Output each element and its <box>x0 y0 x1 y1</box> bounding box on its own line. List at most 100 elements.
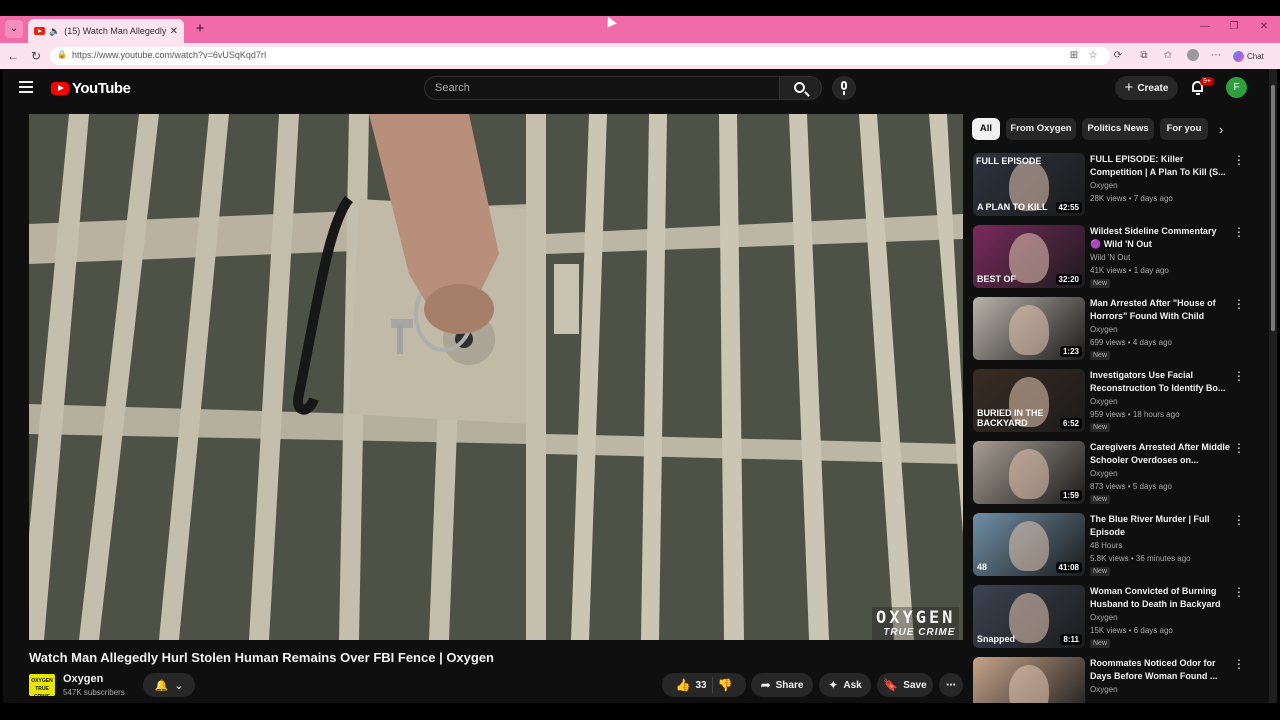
video-title-link[interactable]: Investigators Use Facial Reconstruction … <box>1090 369 1230 395</box>
thumbnail-caption-bottom: BEST OF <box>977 274 1017 284</box>
tab-close-icon[interactable]: ✕ <box>170 26 178 37</box>
favorite-star-icon[interactable]: ☆ <box>1085 48 1101 64</box>
more-vertical-icon[interactable]: ⋮ <box>1233 442 1245 454</box>
more-vertical-icon[interactable]: ⋮ <box>1233 514 1245 526</box>
site-info-icon[interactable]: 🔒 <box>57 50 67 59</box>
url-text: https://www.youtube.com/watch?v=6vUSqKqd… <box>72 50 267 60</box>
recommendation-item[interactable]: BURIED IN THE BACKYARD 6:52 Investigators … <box>973 369 1263 435</box>
video-title-link[interactable]: FULL EPISODE: Killer Competition | A Pla… <box>1090 153 1230 179</box>
video-metadata: 15K views • 6 days ago <box>1090 626 1173 635</box>
minimize-icon[interactable]: — <box>1198 21 1212 32</box>
chip-from-oxygen[interactable]: From Oxygen <box>1006 118 1076 140</box>
subscription-bell-button[interactable]: 🔔 ⌄ <box>143 673 195 697</box>
url-bar[interactable]: 🔒 https://www.youtube.com/watch?v=6vUSqK… <box>50 47 1110 65</box>
more-vertical-icon[interactable]: ⋮ <box>1233 226 1245 238</box>
video-title-link[interactable]: Wildest Sideline Commentary 🟣 Wild 'N Ou… <box>1090 225 1230 251</box>
video-thumbnail[interactable]: 1:23 <box>973 297 1085 360</box>
youtube-logo-icon <box>51 82 69 95</box>
favorites-icon[interactable]: ✩ <box>1160 48 1176 64</box>
video-metadata: 28K views • 7 days ago <box>1090 194 1173 203</box>
chip-politics-news[interactable]: Politics News <box>1082 118 1154 140</box>
recommendation-item[interactable]: Roommates Noticed Odor for Days Before W… <box>973 657 1263 703</box>
browser-tab-bar: ⌄ 🔈 (15) Watch Man Allegedly Hur ✕ + — ❐… <box>0 16 1280 43</box>
back-icon[interactable]: ← <box>5 48 21 64</box>
recommendation-item[interactable]: FULL EPISODE A PLAN TO KILL 42:55 FULL EPIS… <box>973 153 1263 219</box>
video-thumbnail[interactable]: BURIED IN THE BACKYARD 6:52 <box>973 369 1085 432</box>
chip-all[interactable]: All <box>972 118 1000 140</box>
dislike-icon[interactable]: 👎 <box>718 678 733 692</box>
audio-icon[interactable]: 🔈 <box>49 26 60 37</box>
thumbnail-figure <box>1009 665 1049 703</box>
copilot-chat-button[interactable]: Chat <box>1233 48 1275 64</box>
youtube-logo[interactable]: YouTube <box>51 80 131 97</box>
save-button[interactable]: 🔖 Save <box>877 673 933 697</box>
restore-icon[interactable]: ❐ <box>1227 21 1241 32</box>
create-button[interactable]: + Create <box>1115 76 1178 100</box>
channel-name[interactable]: Oxygen <box>63 673 103 685</box>
chevron-right-icon[interactable]: › <box>1219 122 1223 137</box>
video-thumbnail[interactable] <box>973 657 1085 703</box>
more-vertical-icon[interactable]: ⋮ <box>1233 370 1245 382</box>
thumbnail-caption-bottom: 48 <box>977 562 988 572</box>
video-thumbnail[interactable]: 48 41:08 <box>973 513 1085 576</box>
video-title-link[interactable]: The Blue River Murder | Full Episode <box>1090 513 1230 539</box>
extensions-icon[interactable]: ⧉ <box>1136 48 1152 64</box>
copilot-icon <box>1233 50 1244 62</box>
scrollbar[interactable] <box>1269 69 1277 703</box>
refresh-extension-icon[interactable]: ⟳ <box>1110 48 1126 64</box>
recommendation-item[interactable]: 1:59 Caregivers Arrested After Middle Sch… <box>973 441 1263 507</box>
user-avatar[interactable]: F <box>1226 77 1247 98</box>
like-count[interactable]: 33 <box>695 680 706 691</box>
video-thumbnail[interactable]: BEST OF 32:20 <box>973 225 1085 288</box>
like-icon[interactable]: 👍 <box>675 678 690 692</box>
video-thumbnail[interactable]: FULL EPISODE A PLAN TO KILL 42:55 <box>973 153 1085 216</box>
thumbnail-caption-top: FULL EPISODE <box>976 156 1042 166</box>
video-title-link[interactable]: Caregivers Arrested After Middle Schoole… <box>1090 441 1230 467</box>
microphone-icon <box>841 81 847 90</box>
app-available-icon[interactable]: ⊞ <box>1066 48 1082 64</box>
thumbnail-figure <box>1009 449 1049 499</box>
more-vertical-icon[interactable]: ⋮ <box>1233 154 1245 166</box>
recommendation-item[interactable]: Snapped 8:11 Woman Convicted of Burning Hu… <box>973 585 1263 651</box>
video-title-link[interactable]: Roommates Noticed Odor for Days Before W… <box>1090 657 1230 683</box>
video-player[interactable]: OXYGEN TRUE CRIME <box>29 114 963 640</box>
browser-tab[interactable]: 🔈 (15) Watch Man Allegedly Hur ✕ <box>28 19 184 43</box>
tab-title: (15) Watch Man Allegedly Hur <box>64 26 166 36</box>
profile-avatar[interactable] <box>1187 49 1199 61</box>
search-button[interactable] <box>780 76 822 100</box>
new-badge: New <box>1090 351 1111 360</box>
video-title-link[interactable]: Man Arrested After "House of Horrors" Fo… <box>1090 297 1230 323</box>
notifications-button[interactable]: 9+ <box>1188 77 1214 98</box>
more-horizontal-icon: ⋯ <box>946 679 956 691</box>
new-tab-icon[interactable]: + <box>192 19 208 39</box>
bookmark-icon: 🔖 <box>883 678 899 692</box>
search-input[interactable] <box>435 82 765 94</box>
more-options-icon[interactable]: ⋯ <box>1208 48 1224 64</box>
video-title-link[interactable]: Woman Convicted of Burning Husband to De… <box>1090 585 1230 611</box>
recommendation-item[interactable]: BEST OF 32:20 Wildest Sideline Commentary … <box>973 225 1263 291</box>
recommendation-item[interactable]: 1:23 Man Arrested After "House of Horrors… <box>973 297 1263 363</box>
share-button[interactable]: ➦ Share <box>751 673 813 697</box>
search-box <box>424 76 780 100</box>
tab-list-icon[interactable]: ⌄ <box>5 20 23 38</box>
menu-icon[interactable] <box>19 81 33 93</box>
more-vertical-icon[interactable]: ⋮ <box>1233 586 1245 598</box>
video-metadata: 41K views • 1 day ago <box>1090 266 1169 275</box>
close-window-icon[interactable]: ✕ <box>1257 21 1271 32</box>
more-vertical-icon[interactable]: ⋮ <box>1233 298 1245 310</box>
voice-search-button[interactable] <box>832 76 856 100</box>
video-thumbnail[interactable]: Snapped 8:11 <box>973 585 1085 648</box>
channel-avatar[interactable]: OXYGEN TRUE CRIME <box>29 674 55 700</box>
video-title: Watch Man Allegedly Hurl Stolen Human Re… <box>29 650 494 665</box>
sparkle-icon: ✦ <box>828 678 839 692</box>
reload-icon[interactable]: ↻ <box>28 48 44 64</box>
video-thumbnail[interactable]: 1:59 <box>973 441 1085 504</box>
more-vertical-icon[interactable]: ⋮ <box>1233 658 1245 670</box>
chip-for-you[interactable]: For you <box>1160 118 1208 140</box>
ask-button[interactable]: ✦ Ask <box>819 673 871 697</box>
duration-badge: 42:55 <box>1055 202 1082 213</box>
more-actions-button[interactable]: ⋯ <box>939 673 963 697</box>
channel-name: Oxygen <box>1090 397 1118 406</box>
recommendation-item[interactable]: 48 41:08 The Blue River Murder | Full Epis… <box>973 513 1263 579</box>
channel-name: Wild 'N Out <box>1090 253 1131 262</box>
